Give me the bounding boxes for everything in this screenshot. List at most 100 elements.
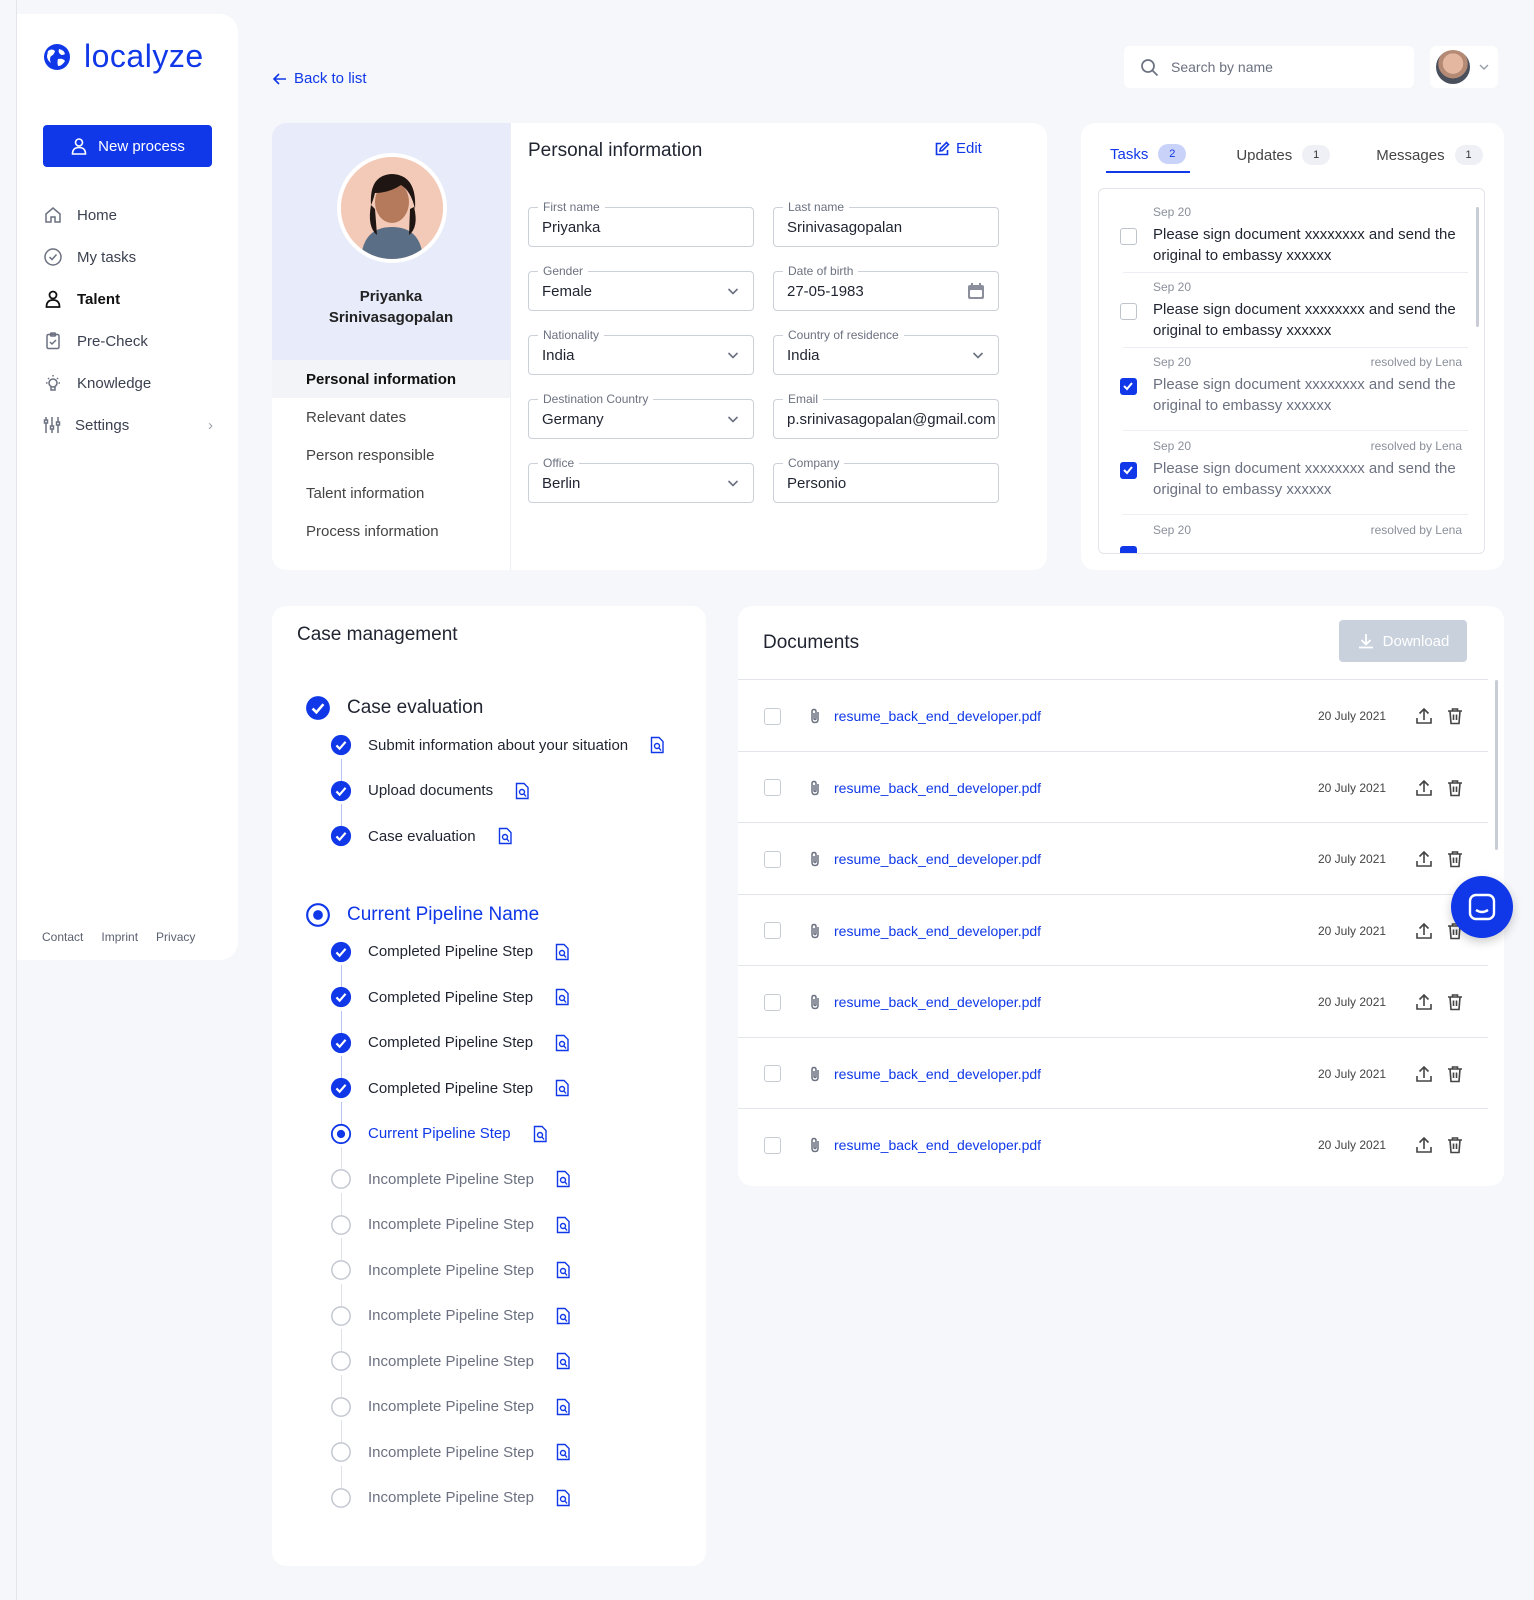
step-document-link[interactable]	[554, 1398, 572, 1416]
trash-icon[interactable]	[1446, 850, 1464, 868]
edit-button[interactable]: Edit	[934, 140, 982, 157]
pipeline-step[interactable]: Completed Pipeline Step	[330, 1031, 571, 1055]
document-search-icon[interactable]	[553, 1079, 571, 1097]
gender-select[interactable]: Gender Female	[528, 264, 754, 311]
document-checkbox[interactable]	[764, 1065, 781, 1082]
document-search-icon[interactable]	[554, 1307, 572, 1325]
sidebar-item-talent[interactable]: Talent	[43, 278, 213, 320]
upload-icon[interactable]	[1415, 707, 1433, 725]
document-checkbox[interactable]	[764, 779, 781, 796]
document-checkbox[interactable]	[764, 1136, 781, 1154]
imprint-link[interactable]: Imprint	[101, 930, 138, 944]
step-document-link[interactable]	[554, 1307, 572, 1325]
sidebar-item-settings[interactable]: Settings ›	[43, 404, 213, 446]
upload-icon[interactable]	[1415, 850, 1433, 868]
document-name-link[interactable]: resume_back_end_developer.pdf	[834, 923, 1041, 939]
document-search-icon[interactable]	[554, 1443, 572, 1461]
sidebar-item-knowledge[interactable]: Knowledge	[43, 362, 213, 404]
document-search-icon[interactable]	[553, 1034, 571, 1052]
download-button[interactable]: Download	[1339, 620, 1467, 662]
pipeline-step[interactable]: Case evaluation	[330, 824, 514, 848]
email-field[interactable]: Email p.srinivasagopalan@gmail.com	[773, 392, 999, 439]
company-field[interactable]: Company Personio	[773, 456, 999, 503]
pipeline-step[interactable]: Incomplete Pipeline Step	[330, 1349, 572, 1373]
new-process-button[interactable]: New process	[43, 125, 212, 167]
document-checkbox[interactable]	[764, 850, 781, 868]
profile-nav-process-information[interactable]: Process information	[272, 512, 510, 550]
last-name-field[interactable]: Last name Srinivasagopalan	[773, 200, 999, 247]
step-document-link[interactable]	[553, 943, 571, 961]
document-search-icon[interactable]	[554, 1352, 572, 1370]
sidebar-item-home[interactable]: Home	[43, 194, 213, 236]
step-document-link[interactable]	[554, 1489, 572, 1507]
document-search-icon[interactable]	[496, 827, 514, 845]
task-checkbox-checked[interactable]	[1120, 546, 1137, 553]
country-of-residence-select[interactable]: Country of residence India	[773, 328, 999, 375]
pipeline-step[interactable]: Completed Pipeline Step	[330, 1076, 571, 1100]
document-search-icon[interactable]	[554, 1398, 572, 1416]
document-checkbox[interactable]	[764, 922, 781, 939]
pipeline-step[interactable]: Incomplete Pipeline Step	[330, 1213, 572, 1237]
pipeline-step[interactable]: Incomplete Pipeline Step	[330, 1258, 572, 1282]
first-name-field[interactable]: First name Priyanka	[528, 200, 754, 247]
task-list-scrollbar[interactable]	[1476, 207, 1479, 327]
profile-nav-relevant-dates[interactable]: Relevant dates	[272, 398, 510, 436]
document-search-icon[interactable]	[554, 1216, 572, 1234]
document-search-icon[interactable]	[554, 1170, 572, 1188]
profile-nav-personal-information[interactable]: Personal information	[272, 360, 510, 398]
profile-nav-talent-information[interactable]: Talent information	[272, 474, 510, 512]
calendar-icon[interactable]	[967, 282, 985, 300]
brand-logo[interactable]: localyze	[42, 38, 204, 75]
step-document-link[interactable]	[648, 736, 666, 754]
back-to-list-link[interactable]: Back to list	[272, 70, 367, 87]
step-document-link[interactable]	[513, 782, 531, 800]
task-checkbox[interactable]	[1120, 228, 1137, 245]
upload-icon[interactable]	[1415, 993, 1433, 1011]
task-checkbox[interactable]	[1120, 303, 1137, 320]
contact-link[interactable]: Contact	[42, 930, 83, 944]
nationality-select[interactable]: Nationality India	[528, 328, 754, 375]
pipeline-step[interactable]: Submit information about your situation	[330, 733, 666, 757]
trash-icon[interactable]	[1446, 1136, 1464, 1154]
upload-icon[interactable]	[1415, 779, 1433, 797]
document-checkbox[interactable]	[764, 993, 781, 1011]
document-name-link[interactable]: resume_back_end_developer.pdf	[834, 708, 1041, 724]
step-document-link[interactable]	[553, 988, 571, 1006]
step-document-link[interactable]	[554, 1216, 572, 1234]
document-search-icon[interactable]	[648, 736, 666, 754]
document-search-icon[interactable]	[531, 1125, 549, 1143]
document-search-icon[interactable]	[513, 782, 531, 800]
tab-tasks[interactable]: Tasks 2	[1106, 137, 1191, 173]
step-document-link[interactable]	[554, 1170, 572, 1188]
documents-scrollbar[interactable]	[1495, 680, 1498, 850]
step-document-link[interactable]	[531, 1125, 549, 1143]
document-name-link[interactable]: resume_back_end_developer.pdf	[834, 1137, 1041, 1153]
sidebar-item-my-tasks[interactable]: My tasks	[43, 236, 213, 278]
sidebar-item-pre-check[interactable]: Pre-Check	[43, 320, 213, 362]
step-document-link[interactable]	[554, 1443, 572, 1461]
step-document-link[interactable]	[553, 1034, 571, 1052]
trash-icon[interactable]	[1446, 1065, 1464, 1083]
pipeline-step[interactable]: Incomplete Pipeline Step	[330, 1304, 572, 1328]
upload-icon[interactable]	[1415, 922, 1433, 940]
trash-icon[interactable]	[1446, 707, 1464, 725]
pipeline-step[interactable]: Incomplete Pipeline Step	[330, 1440, 572, 1464]
profile-nav-person-responsible[interactable]: Person responsible	[272, 436, 510, 474]
date-of-birth-field[interactable]: Date of birth 27-05-1983	[773, 264, 999, 311]
user-menu[interactable]	[1430, 46, 1498, 88]
search-input[interactable]	[1171, 59, 1391, 75]
document-checkbox[interactable]	[764, 707, 781, 725]
step-document-link[interactable]	[554, 1261, 572, 1279]
step-document-link[interactable]	[554, 1352, 572, 1370]
pipeline-step[interactable]: Incomplete Pipeline Step	[330, 1486, 572, 1510]
office-select[interactable]: Office Berlin	[528, 456, 754, 503]
privacy-link[interactable]: Privacy	[156, 930, 195, 944]
pipeline-step[interactable]: Completed Pipeline Step	[330, 985, 571, 1009]
task-checkbox-checked[interactable]	[1120, 378, 1137, 395]
tab-messages[interactable]: Messages 1	[1376, 137, 1483, 173]
document-name-link[interactable]: resume_back_end_developer.pdf	[834, 1066, 1041, 1082]
pipeline-step[interactable]: Upload documents	[330, 779, 531, 803]
step-document-link[interactable]	[496, 827, 514, 845]
document-search-icon[interactable]	[553, 943, 571, 961]
destination-country-select[interactable]: Destination Country Germany	[528, 392, 754, 439]
